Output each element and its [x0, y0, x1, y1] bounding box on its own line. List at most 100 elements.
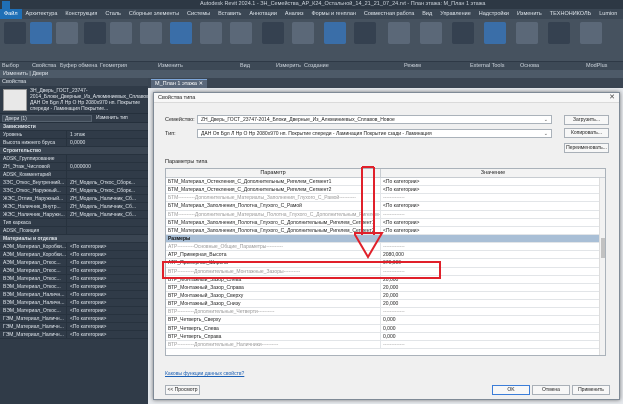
ribbon-tab[interactable]: Совместная работа — [360, 9, 418, 19]
property-row[interactable]: ГЭМ_Материал_Наличн... <По категории> — [0, 323, 148, 331]
property-row[interactable]: ВЭМ_Материал_Наличн... <По категории> — [0, 291, 148, 299]
property-value[interactable]: <По категории> — [66, 299, 148, 306]
ribbon-tab[interactable]: Сталь — [101, 9, 125, 19]
ribbon-tool-icon[interactable] — [324, 22, 346, 44]
property-row[interactable]: Уровень 1 этаж — [0, 131, 148, 139]
property-group-header[interactable]: Зависимости — [0, 123, 148, 131]
property-row[interactable]: Высота нижнего бруса 0,0000 — [0, 139, 148, 147]
property-group-header[interactable]: Строительство — [0, 147, 148, 155]
parameter-value[interactable]: 20,000 — [381, 292, 605, 299]
cancel-button[interactable]: Отмена — [532, 385, 570, 395]
ribbon-tool-icon[interactable] — [292, 22, 314, 44]
property-value[interactable] — [66, 155, 148, 162]
parameter-value[interactable]: ------------- — [381, 194, 605, 201]
parameter-value[interactable]: 20,000 — [381, 284, 605, 291]
parameter-value[interactable]: 0,000 — [381, 316, 605, 323]
property-value[interactable]: ZH_Модель_Откос_Сборк... — [66, 187, 148, 194]
copy-button[interactable]: Копировать... — [564, 128, 609, 138]
ribbon-tool-icon[interactable] — [110, 22, 132, 44]
property-value[interactable]: <По категории> — [66, 331, 148, 338]
property-value[interactable] — [66, 219, 148, 226]
property-value[interactable]: 0,000000 — [66, 163, 148, 170]
property-value[interactable]: <По категории> — [66, 307, 148, 314]
parameter-value[interactable]: 0,000 — [381, 333, 605, 340]
ribbon-tool-icon[interactable] — [170, 22, 192, 44]
parameter-value[interactable]: <По категории> — [381, 202, 605, 209]
ribbon-tool-icon[interactable] — [84, 22, 106, 44]
property-row[interactable]: ЖЭС_Наличник_Наружн... ZH_Модель_Наличник… — [0, 211, 148, 219]
ribbon-tool-icon[interactable] — [388, 22, 410, 44]
ribbon-tool-icon[interactable] — [516, 22, 538, 44]
property-value[interactable]: ZH_Модель_Наличник_Сб... — [66, 203, 148, 210]
table-row[interactable]: ВТР_Монтажный_Зазор_Справа 20,000 — [166, 283, 605, 292]
ribbon-tool-icon[interactable] — [262, 22, 284, 44]
property-row[interactable]: ГЭМ_Материал_Наличн... <По категории> — [0, 315, 148, 323]
ribbon-tab[interactable]: Управление — [436, 9, 475, 19]
property-row[interactable]: ЖЭС_Наличник_Внутр... ZH_Модель_Наличник_… — [0, 203, 148, 211]
parameter-value[interactable]: 20,000 — [381, 300, 605, 307]
property-row[interactable]: АЭМ_Материал_Откос... <По категории> — [0, 267, 148, 275]
ribbon-tool-icon[interactable] — [548, 22, 570, 44]
ribbon-tab[interactable]: Надстройки — [475, 9, 513, 19]
close-icon[interactable]: ✕ — [609, 93, 615, 103]
property-row[interactable]: ADSK_Комментарий — [0, 171, 148, 179]
ribbon-tab[interactable]: Архитектура — [22, 9, 62, 19]
property-row[interactable]: АЭМ_Материал_Коробки... <По категории> — [0, 251, 148, 259]
ribbon-tab[interactable]: Изменить — [513, 9, 546, 19]
parameter-value[interactable]: ------------- — [381, 308, 605, 315]
property-value[interactable]: <По категории> — [66, 291, 148, 298]
family-select[interactable]: ZH_Дверь_ГОСТ_23747-2014_Блоки_Дверные_И… — [197, 115, 552, 124]
ribbon-tool-icon[interactable] — [56, 22, 78, 44]
parameter-value[interactable]: 2080,000 — [381, 251, 605, 258]
rename-button[interactable]: Переименовать... — [564, 143, 609, 153]
property-row[interactable]: ГЭМ_Материал_Наличн... <По категории> — [0, 331, 148, 339]
preview-button[interactable]: << Просмотр — [165, 385, 200, 395]
ribbon-tab[interactable]: Анализ — [281, 9, 308, 19]
ribbon-tab[interactable]: Системы — [183, 9, 214, 19]
parameter-value[interactable]: ------------- — [381, 211, 605, 218]
ribbon-tool-icon[interactable] — [200, 22, 222, 44]
parameter-value[interactable]: <По категории> — [381, 178, 605, 185]
property-value[interactable]: <По категории> — [66, 283, 148, 290]
property-row[interactable]: АЭМ_Материал_Коробки... <По категории> — [0, 243, 148, 251]
table-row[interactable]: ВТР----------Дополнительные_Четверти----… — [166, 308, 605, 317]
property-value[interactable]: <По категории> — [66, 267, 148, 274]
ribbon-tool-icon[interactable] — [420, 22, 442, 44]
ribbon-tab[interactable]: Аннотации — [245, 9, 281, 19]
ribbon-tab[interactable]: Файл — [0, 9, 22, 19]
parameter-value[interactable]: <По категории> — [381, 186, 605, 193]
ribbon-tab[interactable]: Вставить — [214, 9, 245, 19]
ribbon-tab[interactable]: Lumion — [595, 9, 621, 19]
type-selector[interactable]: ЗН_Дверь_ГОСТ_23747-2014_Блоки_Дверные_И… — [0, 86, 148, 114]
property-value[interactable]: <По категории> — [66, 315, 148, 322]
scrollbar-thumb[interactable] — [601, 238, 605, 258]
property-value[interactable]: ZH_Модель_Наличник_Сб... — [66, 195, 148, 202]
table-row[interactable]: ВТР_Четверть_Справа 0,000 — [166, 332, 605, 341]
type-select[interactable]: ДАН Оп Бgл Л Нр О Нр 2080х970 нп. Покрыт… — [197, 129, 552, 138]
property-value[interactable]: <По категории> — [66, 251, 148, 258]
property-value[interactable]: 1 этаж — [66, 131, 148, 138]
table-row[interactable]: ВТР_Четверть_Сверху 0,000 — [166, 316, 605, 325]
table-row[interactable]: ВТР----------Дополнительные_Наличники---… — [166, 340, 605, 349]
table-row[interactable]: ВТР_Монтажный_Зазор_Снизу 20,000 — [166, 300, 605, 309]
ribbon-tab[interactable]: ТЕХНОНИКОЛЬ — [546, 9, 595, 19]
parameter-value[interactable]: 0,000 — [381, 325, 605, 332]
load-button[interactable]: Загрузить... — [564, 115, 609, 125]
parameter-value[interactable]: <По категории> — [381, 227, 605, 234]
property-value[interactable] — [66, 227, 148, 234]
property-row[interactable]: ВЭМ_Материал_Откос... <По категории> — [0, 283, 148, 291]
ribbon-tool-icon[interactable] — [4, 22, 26, 44]
ok-button[interactable]: OK — [492, 385, 530, 395]
property-row[interactable]: ЗЭС_Откос_Внутренний... ZH_Модель_Откос_С… — [0, 179, 148, 187]
ribbon-tool-icon[interactable] — [484, 22, 506, 44]
ribbon-tab[interactable]: Сборные элементы — [125, 9, 183, 19]
ribbon-tool-icon[interactable] — [452, 22, 474, 44]
property-value[interactable]: <По категории> — [66, 243, 148, 250]
property-value[interactable] — [66, 171, 148, 178]
tab-view-plan[interactable]: М_План 1 этажа ✕ — [151, 79, 208, 88]
ribbon-tool-icon[interactable] — [354, 22, 376, 44]
property-row[interactable]: ЖЭС_Отлив_Наружный... ZH_Модель_Наличник_… — [0, 195, 148, 203]
property-row[interactable]: ADSK_Группирование — [0, 155, 148, 163]
ribbon-tool-icon[interactable] — [580, 22, 602, 44]
property-row[interactable]: ADSK_Позиция — [0, 227, 148, 235]
